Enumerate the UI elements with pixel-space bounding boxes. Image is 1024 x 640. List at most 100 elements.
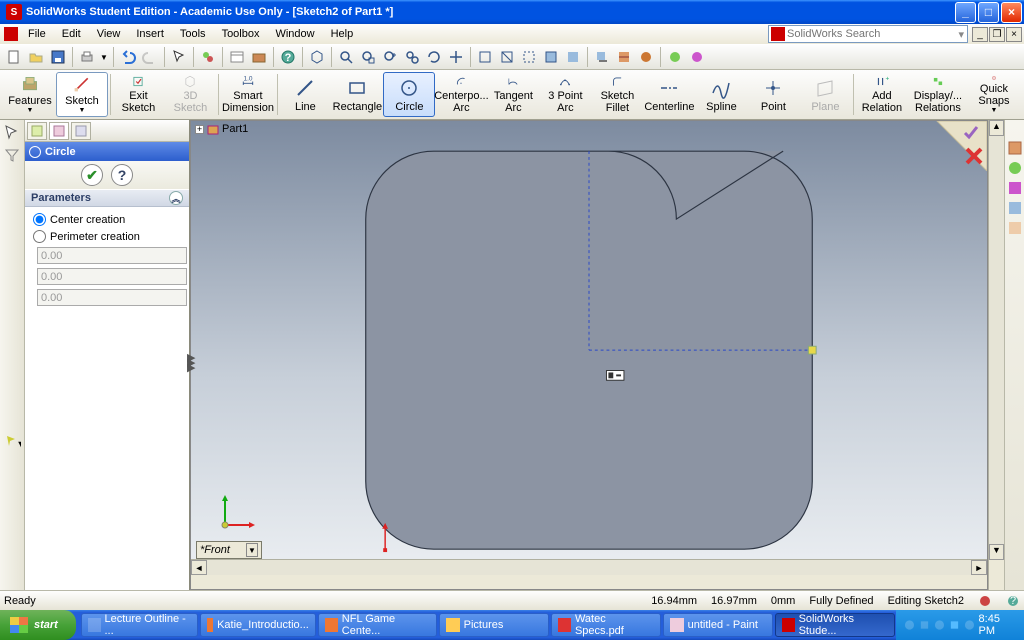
select-tool-icon[interactable] xyxy=(3,124,21,142)
maximize-button[interactable]: □ xyxy=(978,2,999,23)
rectangle-button[interactable]: Rectangle xyxy=(331,72,383,117)
fm-tab-tree[interactable] xyxy=(27,122,47,140)
options-button[interactable] xyxy=(227,47,247,67)
centerline-button[interactable]: Centerline xyxy=(643,72,695,117)
plane-button[interactable]: Plane xyxy=(799,72,851,117)
taskbar-item[interactable]: Watec Specs.pdf xyxy=(551,613,661,637)
zoom-area-button[interactable] xyxy=(358,47,378,67)
help-button[interactable]: ? xyxy=(111,164,133,186)
scroll-right[interactable]: ► xyxy=(971,560,987,575)
mdi-minimize[interactable]: _ xyxy=(972,27,988,42)
taskbar-item[interactable]: Katie_Introductio... xyxy=(200,613,316,637)
toolbox-dd[interactable] xyxy=(249,47,269,67)
menu-help[interactable]: Help xyxy=(323,26,362,42)
mdi-restore[interactable]: ❐ xyxy=(989,27,1005,42)
tool-dropdown-icon[interactable]: ▼ xyxy=(3,432,21,450)
tab-features[interactable]: Features▼ xyxy=(4,72,56,117)
print-button[interactable] xyxy=(77,47,97,67)
pan-button[interactable] xyxy=(446,47,466,67)
tool-icon[interactable] xyxy=(3,278,21,296)
point-button[interactable]: Point xyxy=(747,72,799,117)
search-input[interactable] xyxy=(787,28,955,40)
tangent-arc-button[interactable]: Tangent Arc xyxy=(487,72,539,117)
center-creation-radio[interactable] xyxy=(33,213,46,226)
perimeter-creation-radio[interactable] xyxy=(33,230,46,243)
tool-icon[interactable] xyxy=(3,344,21,362)
search-box[interactable]: ▾ xyxy=(768,25,968,43)
quick-snaps-button[interactable]: Quick Snaps▼ xyxy=(968,72,1020,117)
tray-icon[interactable] xyxy=(949,619,960,631)
open-button[interactable] xyxy=(26,47,46,67)
three-point-arc-button[interactable]: 3 Point Arc xyxy=(539,72,591,117)
system-tray[interactable]: 8:45 PM xyxy=(896,610,1024,640)
tab-sketch[interactable]: Sketch▼ xyxy=(56,72,108,117)
filter-icon[interactable] xyxy=(3,146,21,164)
exit-sketch-button[interactable]: Exit Sketch xyxy=(112,72,164,117)
tool-icon[interactable] xyxy=(3,410,21,428)
tray-icon[interactable] xyxy=(904,619,915,631)
taskpane-tab[interactable] xyxy=(1007,160,1023,176)
start-button[interactable]: start xyxy=(0,610,76,640)
taskbar-item[interactable]: untitled - Paint xyxy=(663,613,773,637)
tool-icon[interactable] xyxy=(3,234,21,252)
view-orientation-button[interactable] xyxy=(307,47,327,67)
taskpane-tab[interactable] xyxy=(1007,200,1023,216)
minimize-button[interactable]: _ xyxy=(955,2,976,23)
spline-button[interactable]: Spline xyxy=(695,72,747,117)
close-button[interactable]: × xyxy=(1001,2,1022,23)
center-creation-option[interactable]: Center creation xyxy=(33,213,181,226)
centerpoint-arc-button[interactable]: Centerpo... Arc xyxy=(435,72,487,117)
param-r-input[interactable] xyxy=(37,289,187,306)
pm-section-header[interactable]: Parameters ︽ xyxy=(25,189,189,207)
taskpane-tab[interactable] xyxy=(1007,220,1023,236)
clock[interactable]: 8:45 PM xyxy=(979,613,1016,637)
wireframe-button[interactable] xyxy=(475,47,495,67)
view-selector[interactable]: *Front ▼ xyxy=(196,541,262,559)
ok-button[interactable]: ✔ xyxy=(81,164,103,186)
tray-icon[interactable] xyxy=(934,619,945,631)
scroll-left[interactable]: ◄ xyxy=(191,560,207,575)
scroll-up[interactable]: ▲ xyxy=(989,120,1004,136)
menu-tools[interactable]: Tools xyxy=(172,26,214,42)
dropdown-icon[interactable]: ▼ xyxy=(246,543,258,557)
shaded-button[interactable] xyxy=(563,47,583,67)
section-button[interactable] xyxy=(614,47,634,67)
menu-file[interactable]: File xyxy=(20,26,54,42)
rebuild-button[interactable] xyxy=(198,47,218,67)
vscroll-track[interactable] xyxy=(989,136,1004,544)
taskbar-item[interactable]: NFL Game Cente... xyxy=(318,613,437,637)
scene-button[interactable] xyxy=(687,47,707,67)
tool-icon[interactable] xyxy=(3,388,21,406)
tool-icon[interactable] xyxy=(3,256,21,274)
shaded-edges-button[interactable] xyxy=(541,47,561,67)
tool-icon[interactable] xyxy=(3,322,21,340)
scroll-down[interactable]: ▼ xyxy=(989,544,1004,560)
undo-button[interactable] xyxy=(118,47,138,67)
shadow-button[interactable] xyxy=(592,47,612,67)
line-button[interactable]: Line xyxy=(279,72,331,117)
taskbar-item[interactable]: Pictures xyxy=(439,613,549,637)
new-button[interactable] xyxy=(4,47,24,67)
taskpane-tab[interactable] xyxy=(1007,180,1023,196)
display-relations-button[interactable]: Display/... Relations xyxy=(908,72,968,117)
horizontal-scrollbar[interactable]: ◄ ► xyxy=(191,559,987,575)
3d-sketch-button[interactable]: 3D Sketch xyxy=(164,72,216,117)
taskbar-item-active[interactable]: SolidWorks Stude... xyxy=(775,613,895,637)
add-relation-button[interactable]: +Add Relation xyxy=(856,72,908,117)
circle-button[interactable]: Circle xyxy=(383,72,435,117)
smart-dimension-button[interactable]: 1.0Smart Dimension xyxy=(221,72,275,117)
realview-button[interactable] xyxy=(636,47,656,67)
hlv-button[interactable] xyxy=(519,47,539,67)
zoom-fit-button[interactable] xyxy=(336,47,356,67)
menu-view[interactable]: View xyxy=(89,26,129,42)
menu-toolbox[interactable]: Toolbox xyxy=(214,26,268,42)
fm-tab-pm[interactable] xyxy=(49,122,69,140)
select-button[interactable] xyxy=(169,47,189,67)
appearance-button[interactable] xyxy=(665,47,685,67)
menu-insert[interactable]: Insert xyxy=(128,26,172,42)
hlr-button[interactable] xyxy=(497,47,517,67)
taskpane-tab[interactable] xyxy=(1007,140,1023,156)
graphics-area[interactable]: + Part1 ▶▶▶ xyxy=(190,120,988,590)
tool-icon[interactable] xyxy=(3,212,21,230)
taskbar-item[interactable]: Lecture Outline - ... xyxy=(81,613,198,637)
